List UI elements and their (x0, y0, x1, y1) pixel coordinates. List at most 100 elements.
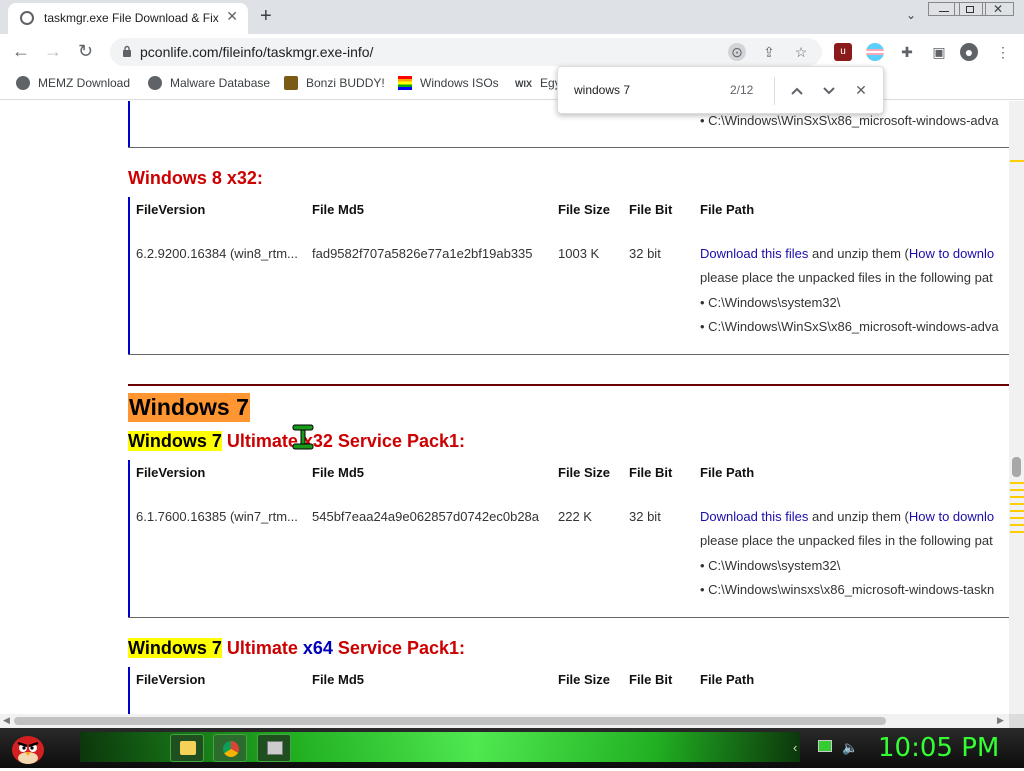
vertical-scrollbar[interactable] (1009, 101, 1024, 714)
file-md5-value: 545bf7eaa24a9e062857d0742ec0b28a (312, 509, 540, 524)
column-header: File Bit (629, 465, 673, 480)
browser-tab[interactable]: taskmgr.exe File Download & Fix ✕ (8, 3, 248, 34)
bookmark-item[interactable]: Windows ISOs (398, 76, 499, 90)
back-button[interactable]: ← (12, 41, 30, 62)
extensions-puzzle-icon[interactable]: ✚ (898, 43, 916, 61)
bookmark-item[interactable]: MEMZ Download (16, 76, 130, 90)
column-header: File Md5 (312, 202, 365, 217)
horizontal-scrollbar[interactable]: ◀ ▶ (0, 714, 1009, 728)
find-close-button[interactable]: ✕ (850, 79, 872, 101)
find-match-marker (1010, 496, 1024, 498)
divider (774, 77, 775, 105)
file-size-value: 1003 K (558, 246, 600, 261)
file-version-value: 6.1.7600.16385 (win7_rtm... (136, 509, 298, 524)
column-header: File Path (700, 202, 755, 217)
globe-icon (148, 76, 162, 90)
howto-link[interactable]: How to downlo (909, 246, 994, 261)
divider (128, 354, 1009, 355)
globe-icon (20, 11, 34, 25)
find-highlight: Windows 7 (128, 431, 222, 451)
section-title: Windows 7 (128, 393, 250, 422)
menu-kebab-icon[interactable]: ⋮ (994, 43, 1012, 61)
globe-icon (16, 76, 30, 90)
scroll-corner (1009, 714, 1024, 728)
heading-arch: x64 (302, 638, 333, 658)
scroll-left-arrow-icon[interactable]: ◀ (3, 715, 10, 726)
browser-titlebar: taskmgr.exe File Download & Fix ✕ + ⌄ ✕ (0, 0, 1024, 34)
forward-button[interactable]: → (44, 41, 62, 62)
horizontal-scroll-thumb[interactable] (14, 717, 886, 725)
chevron-up-icon (791, 87, 803, 95)
download-instructions: Download this files and unzip them (How … (700, 246, 994, 261)
taskbar-clock[interactable]: 10:05 PM (878, 733, 999, 763)
file-bit-value: 32 bit (629, 509, 661, 524)
heading-text: Ultimate x32 Service Pack1: (221, 431, 465, 451)
network-icon[interactable] (818, 740, 832, 752)
download-instructions: Download this files and unzip them (How … (700, 509, 994, 524)
column-header: File Size (558, 202, 611, 217)
find-highlight: Windows 7 (128, 638, 222, 658)
bookmark-item[interactable]: Malware Database (148, 76, 270, 90)
divider (128, 147, 1009, 148)
column-header: FileVersion (136, 202, 206, 217)
bookmark-star-icon[interactable]: ☆ (792, 43, 810, 61)
file-path-item: • C:\Windows\system32\ (700, 295, 841, 310)
tray-arrow-icon[interactable]: ‹ (793, 740, 797, 755)
column-header: File Size (558, 672, 611, 687)
find-bar: windows 7 2/12 ✕ (557, 66, 884, 114)
taskbar-explorer[interactable] (170, 734, 204, 762)
side-panel-icon[interactable]: ▣ (930, 43, 948, 61)
vertical-scroll-thumb[interactable] (1012, 457, 1021, 477)
task-manager-icon (267, 741, 283, 755)
file-path-item: • C:\Windows\system32\ (700, 558, 841, 573)
find-match-marker (1010, 524, 1024, 526)
close-window-button[interactable]: ✕ (982, 2, 1014, 16)
find-match-marker (1010, 482, 1024, 484)
text: and unzip them ( (808, 246, 909, 261)
file-bit-value: 32 bit (629, 246, 661, 261)
find-previous-button[interactable] (786, 79, 808, 101)
lock-icon (123, 45, 131, 57)
heading-text: Service Pack1: (332, 638, 466, 658)
tab-title: taskmgr.exe File Download & Fix (44, 11, 219, 25)
reload-button[interactable]: ↻ (78, 41, 93, 62)
new-tab-button[interactable]: + (260, 5, 272, 28)
volume-icon[interactable]: 🔈 (842, 740, 858, 756)
pride-extension-icon[interactable] (866, 43, 884, 61)
zoom-icon[interactable]: ⊙ (728, 43, 746, 61)
tab-close-icon[interactable]: ✕ (226, 8, 238, 25)
find-match-marker (1010, 517, 1024, 519)
find-count: 2/12 (730, 83, 754, 97)
tab-search-icon[interactable]: ⌄ (895, 8, 927, 24)
download-link[interactable]: Download this files (700, 509, 808, 524)
file-path-item: • C:\Windows\winsxs\x86_microsoft-window… (700, 582, 995, 597)
find-match-marker (1010, 489, 1024, 491)
ublock-icon[interactable]: u (834, 43, 852, 61)
share-icon[interactable]: ⇪ (760, 43, 778, 61)
bookmark-item[interactable]: Bonzi BUDDY! (284, 76, 385, 90)
column-header: File Size (558, 465, 611, 480)
heading-text: Ultimate (221, 638, 303, 658)
download-link[interactable]: Download this files (700, 246, 808, 261)
profile-avatar-icon[interactable]: ● (960, 43, 978, 61)
file-md5-value: fad9582f707a5826e77a1e2bf19ab335 (312, 246, 533, 261)
find-match-marker (1010, 510, 1024, 512)
column-header: FileVersion (136, 672, 206, 687)
taskbar-app[interactable] (257, 734, 291, 762)
find-input[interactable]: windows 7 (574, 83, 630, 97)
address-bar[interactable]: pconlife.com/fileinfo/taskmgr.exe-info/ … (110, 38, 822, 66)
instructions-text: please place the unpacked files in the f… (700, 270, 993, 285)
chrome-icon (223, 741, 239, 757)
taskbar-chrome[interactable] (213, 734, 247, 762)
url-text: pconlife.com/fileinfo/taskmgr.exe-info/ (140, 44, 374, 60)
bookmark-label: Malware Database (170, 76, 271, 90)
page-content: • C:\Windows\WinSxS\x86_microsoft-window… (0, 101, 1009, 714)
howto-link[interactable]: How to downlo (909, 509, 994, 524)
scroll-right-arrow-icon[interactable]: ▶ (997, 715, 1004, 726)
find-next-button[interactable] (818, 79, 840, 101)
wix-icon: WIX (515, 79, 532, 89)
column-header: File Bit (629, 672, 673, 687)
bookmark-item[interactable]: WIX Egy (515, 76, 561, 90)
start-button[interactable] (8, 730, 48, 766)
browser-toolbar: ← → ↻ pconlife.com/fileinfo/taskmgr.exe-… (0, 34, 1024, 97)
